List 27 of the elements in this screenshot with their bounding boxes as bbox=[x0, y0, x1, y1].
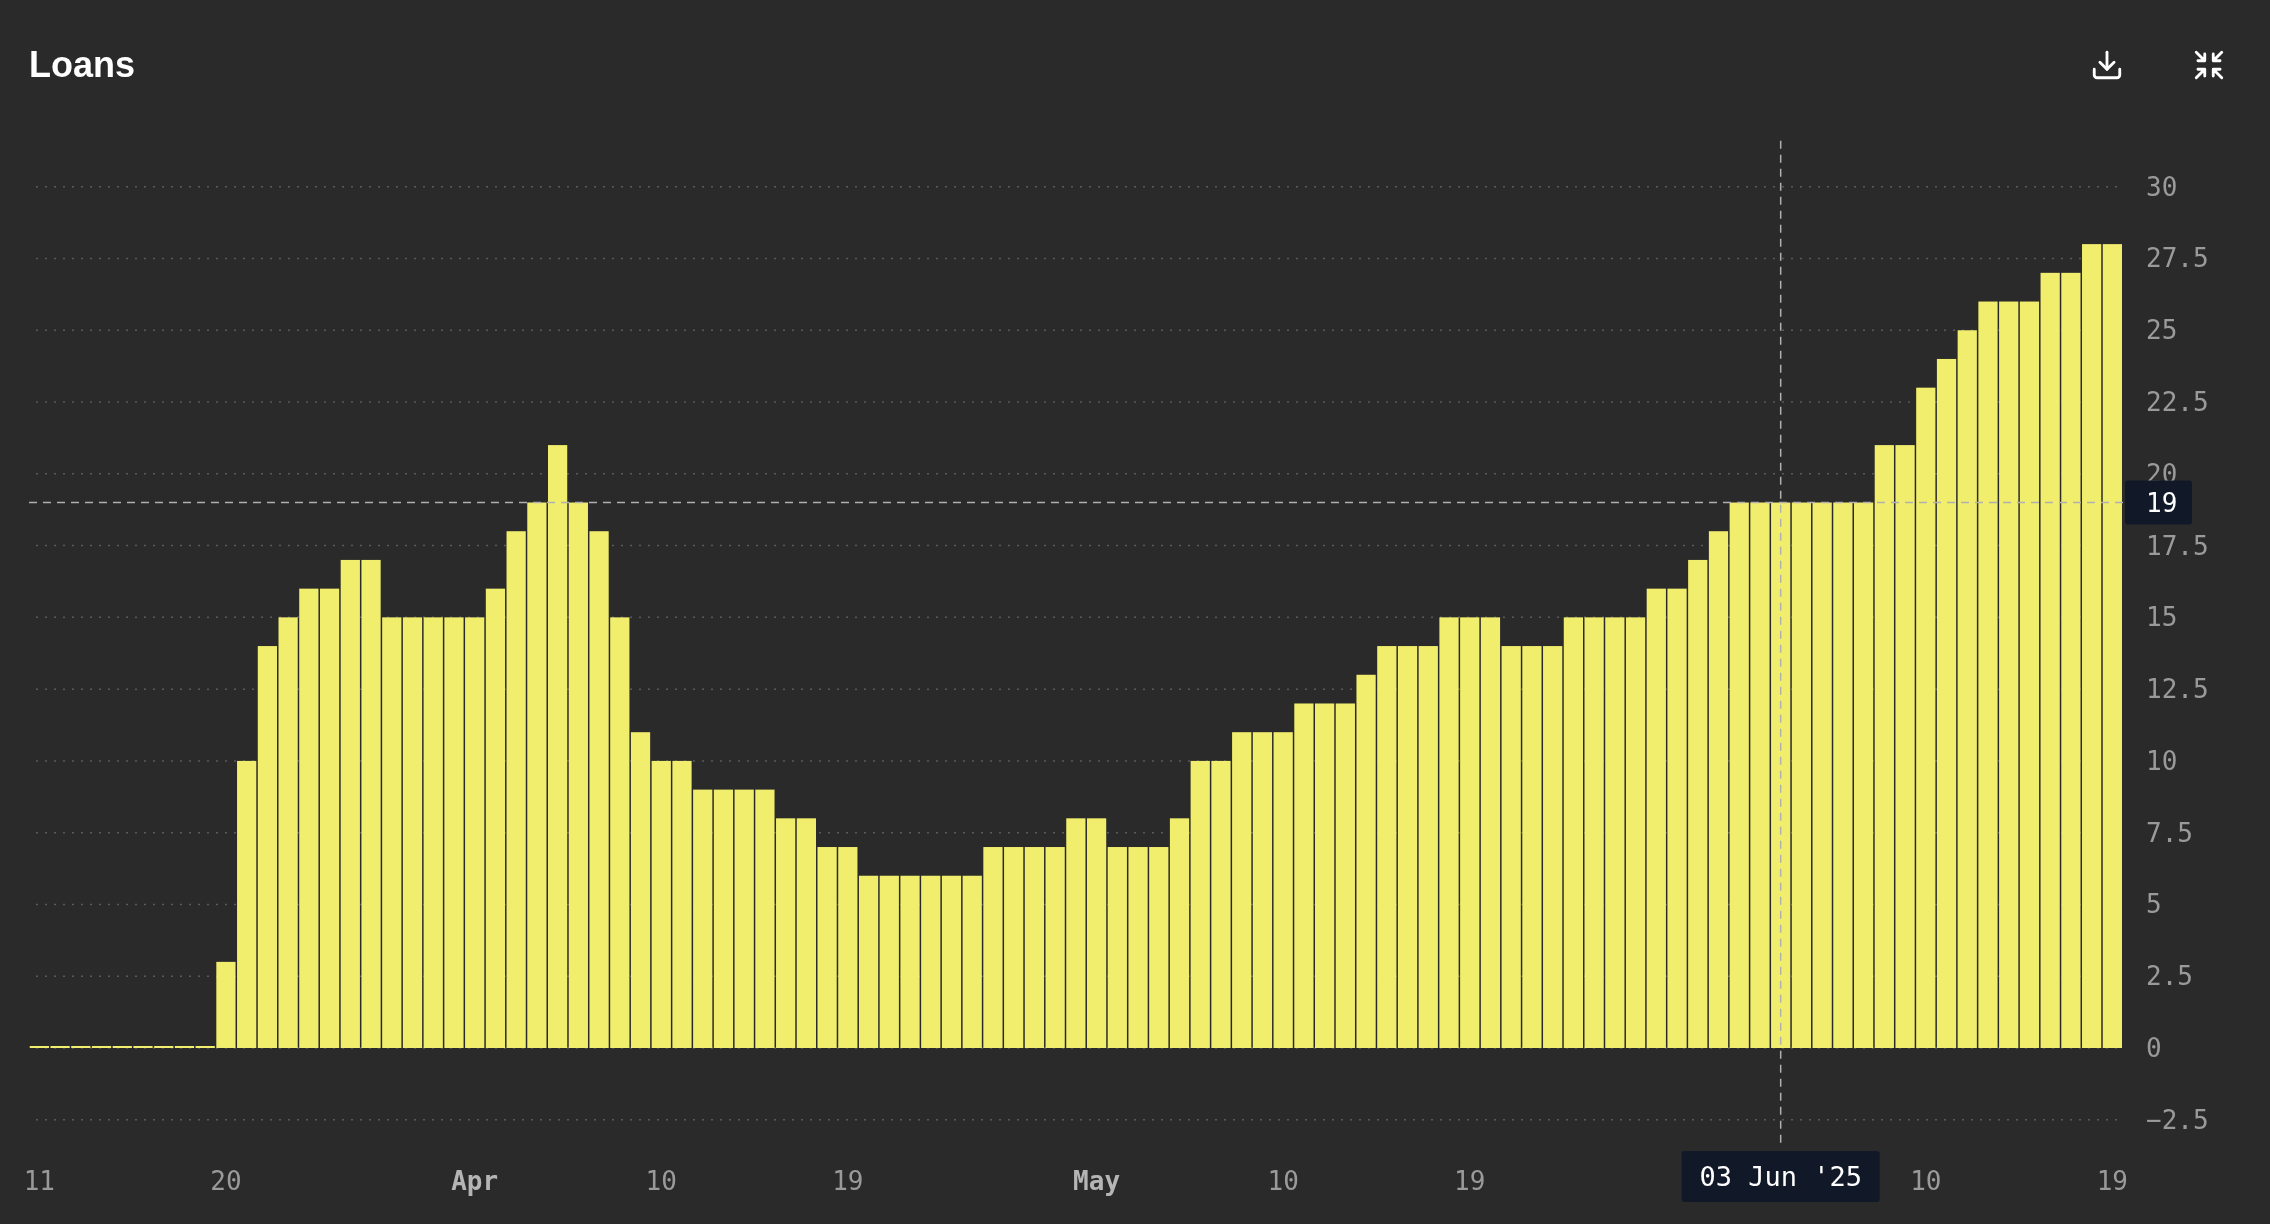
y-axis-tick-label: 25 bbox=[2146, 315, 2178, 346]
y-axis-tick-label: 5 bbox=[2146, 889, 2162, 920]
x-axis-tick-label: May bbox=[1073, 1166, 1121, 1196]
y-axis-tick-label: 30 bbox=[2146, 171, 2178, 202]
y-crosshair-label: 19 bbox=[2146, 487, 2178, 518]
x-axis-tick-label: 19 bbox=[2096, 1166, 2128, 1196]
chart-title: Loans bbox=[29, 43, 135, 87]
y-axis-tick-label: 12.5 bbox=[2146, 674, 2209, 705]
y-axis-tick-label: −2.5 bbox=[2146, 1104, 2209, 1135]
x-axis-tick-label: 19 bbox=[832, 1166, 864, 1196]
x-axis-tick-label: 19 bbox=[1454, 1166, 1486, 1196]
x-axis-tick-label: 10 bbox=[1910, 1166, 1942, 1196]
y-axis-tick-label: 0 bbox=[2146, 1033, 2162, 1063]
y-axis-tick-label: 7.5 bbox=[2146, 817, 2193, 848]
y-axis-tick-label: 10 bbox=[2146, 745, 2178, 776]
x-axis-tick-label: 20 bbox=[210, 1166, 242, 1196]
x-axis-tick-label: 10 bbox=[1267, 1166, 1299, 1196]
x-crosshair-label: 03 Jun '25 bbox=[1699, 1161, 1862, 1192]
x-axis-tick-label: 11 bbox=[23, 1166, 55, 1196]
x-axis-tick-label: 10 bbox=[645, 1166, 677, 1196]
y-axis-tick-label: 2.5 bbox=[2146, 961, 2193, 992]
y-axis-tick-label: 27.5 bbox=[2146, 243, 2209, 274]
x-axis-tick-label: Apr bbox=[451, 1166, 499, 1196]
y-axis-tick-label: 22.5 bbox=[2146, 387, 2209, 417]
y-axis-tick-label: 15 bbox=[2146, 602, 2178, 633]
y-crosshair-label-background bbox=[2125, 480, 2192, 525]
y-axis-tick-label: 17.5 bbox=[2146, 530, 2209, 561]
